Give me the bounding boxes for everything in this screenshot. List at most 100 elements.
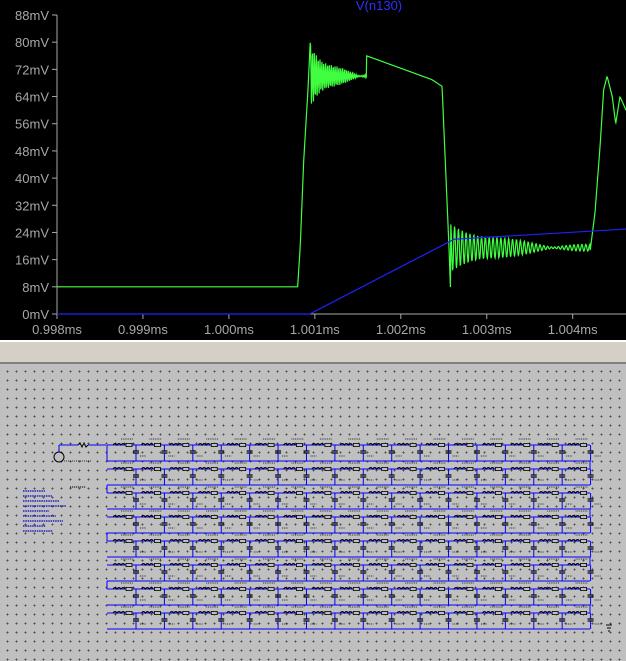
ladder-cell[interactable]	[283, 438, 317, 461]
ladder-cell[interactable]	[510, 510, 544, 533]
ladder-cell[interactable]	[226, 510, 260, 533]
ladder-cell[interactable]	[140, 534, 175, 557]
ladder-cell[interactable]	[453, 534, 487, 557]
ladder-cell[interactable]	[197, 606, 232, 629]
ladder-row[interactable]	[107, 582, 601, 613]
ladder-cell[interactable]	[425, 534, 459, 557]
ladder-cell[interactable]	[538, 558, 573, 581]
ladder-cell[interactable]	[510, 486, 544, 509]
ladder-cell[interactable]	[481, 606, 516, 629]
ladder-cell[interactable]	[254, 462, 289, 485]
ladder-cell[interactable]	[425, 438, 459, 461]
ladder-cell[interactable]	[254, 510, 289, 533]
ladder-cell[interactable]	[197, 558, 232, 581]
ladder-cell[interactable]	[254, 486, 289, 509]
ladder-cell[interactable]	[112, 510, 146, 533]
ladder-cell[interactable]	[140, 438, 175, 461]
ladder-cell[interactable]	[311, 438, 345, 461]
waveform-viewer[interactable]: V(n130) 0mV 8mV 16mV 24mV 32mV 40mV 48mV 56mV 64…	[0, 0, 626, 340]
ladder-cell[interactable]	[481, 510, 516, 533]
ladder-cell[interactable]	[510, 438, 544, 461]
ladder-cell[interactable]	[396, 606, 431, 629]
ladder-cell[interactable]	[311, 582, 345, 605]
ladder-cell[interactable]	[368, 438, 402, 461]
ladder-cell[interactable]	[510, 534, 544, 557]
ladder-cell[interactable]	[538, 582, 573, 605]
ladder-cell[interactable]	[425, 606, 459, 629]
ladder-cell[interactable]	[169, 486, 203, 509]
ladder-cell[interactable]	[112, 606, 146, 629]
ladder-cell[interactable]	[567, 486, 601, 509]
ladder-cell[interactable]	[567, 462, 601, 485]
waveform-plot[interactable]: V(n130) 0mV 8mV 16mV 24mV 32mV 40mV 48mV 56mV 64…	[0, 0, 626, 340]
ladder-cell[interactable]	[140, 606, 175, 629]
ladder-cell[interactable]	[368, 606, 402, 629]
ladder-cell[interactable]	[481, 558, 516, 581]
ladder-cell[interactable]	[339, 486, 374, 509]
ladder-cell[interactable]	[169, 534, 203, 557]
ladder-cell[interactable]	[169, 558, 203, 581]
schematic-editor[interactable]	[0, 364, 626, 661]
ladder-cell[interactable]	[197, 582, 232, 605]
ladder-cell[interactable]	[510, 462, 544, 485]
ladder-cell[interactable]	[339, 534, 374, 557]
ladder-cell[interactable]	[453, 606, 487, 629]
ladder-cell[interactable]	[368, 510, 402, 533]
ladder-row[interactable]	[106, 510, 601, 541]
ladder-cell[interactable]	[396, 486, 431, 509]
ladder-cell[interactable]	[311, 606, 345, 629]
ladder-cell[interactable]	[425, 582, 459, 605]
ladder-cell[interactable]	[283, 558, 317, 581]
ladder-cell[interactable]	[197, 510, 232, 533]
ladder-cell[interactable]	[140, 558, 175, 581]
ladder-cell[interactable]	[453, 582, 487, 605]
ladder-cell[interactable]	[453, 510, 487, 533]
ladder-cell[interactable]	[481, 534, 516, 557]
ladder-cell[interactable]	[283, 510, 317, 533]
ladder-cell[interactable]	[538, 486, 573, 509]
ladder-cell[interactable]	[169, 582, 203, 605]
ladder-cell[interactable]	[567, 606, 601, 629]
ladder-cell[interactable]	[226, 462, 260, 485]
ladder-cell[interactable]	[169, 510, 203, 533]
ladder-cell[interactable]	[140, 462, 175, 485]
spice-directives-block[interactable]	[23, 486, 86, 532]
ladder-cell[interactable]	[481, 438, 516, 461]
ladder-cell[interactable]	[254, 606, 289, 629]
ladder-cell[interactable]	[538, 438, 573, 461]
ladder-cell[interactable]	[311, 486, 345, 509]
voltage-source[interactable]	[53, 441, 106, 463]
ladder-cell[interactable]	[169, 462, 203, 485]
ladder-cell[interactable]	[396, 558, 431, 581]
ladder-cell[interactable]	[283, 606, 317, 629]
ladder-cell[interactable]	[140, 486, 175, 509]
ladder-cell[interactable]	[481, 486, 516, 509]
ladder-cell[interactable]	[567, 510, 601, 533]
plot-area[interactable]	[57, 42, 626, 315]
ladder-cell[interactable]	[112, 558, 146, 581]
trace-name-label[interactable]: V(n130)	[356, 0, 402, 13]
ladder-cell[interactable]	[396, 582, 431, 605]
ladder-cell[interactable]	[538, 534, 573, 557]
ladder-cell[interactable]	[538, 510, 573, 533]
ladder-cell[interactable]	[368, 462, 402, 485]
ladder-cell[interactable]	[567, 582, 601, 605]
ladder-cell[interactable]	[254, 534, 289, 557]
ladder-cell[interactable]	[396, 462, 431, 485]
ladder-cell[interactable]	[254, 558, 289, 581]
ladder-cell[interactable]	[339, 558, 374, 581]
rlc-ladder-network[interactable]	[106, 438, 601, 630]
ladder-cell[interactable]	[254, 438, 289, 461]
ladder-cell[interactable]	[453, 438, 487, 461]
ladder-cell[interactable]	[339, 462, 374, 485]
ladder-cell[interactable]	[311, 510, 345, 533]
ladder-cell[interactable]	[368, 582, 402, 605]
ladder-cell[interactable]	[197, 462, 232, 485]
pane-splitter[interactable]	[0, 340, 626, 364]
ladder-row[interactable]	[107, 606, 601, 630]
ladder-cell[interactable]	[567, 534, 601, 557]
ladder-cell[interactable]	[226, 606, 260, 629]
ladder-cell[interactable]	[396, 438, 431, 461]
ladder-cell[interactable]	[510, 582, 544, 605]
ladder-cell[interactable]	[311, 558, 345, 581]
